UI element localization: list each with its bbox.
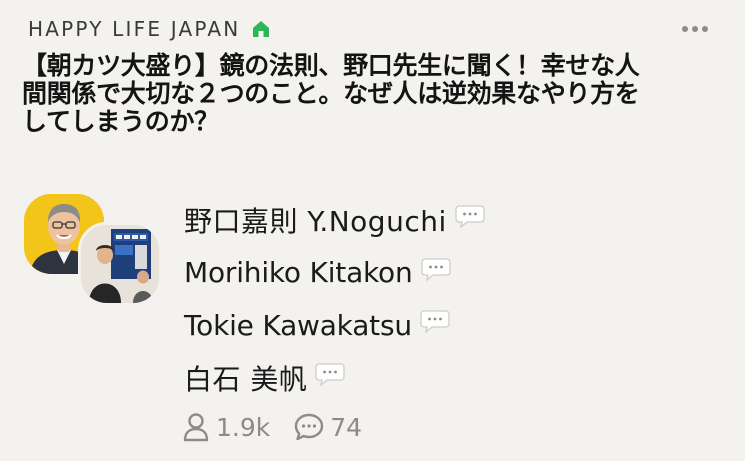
speaker-item[interactable]: 野口嘉則 Y.Noguchi: [184, 194, 485, 247]
speaker-item[interactable]: 白石 美帆: [184, 352, 485, 405]
speech-bubble-icon: [455, 204, 485, 230]
avatar[interactable]: [78, 222, 162, 306]
listener-count-value: 1.9k: [216, 412, 271, 442]
person-icon: [183, 413, 209, 442]
more-options-button[interactable]: [677, 16, 713, 42]
speaker-item[interactable]: Morihiko Kitakon: [184, 247, 485, 300]
speaker-name[interactable]: Morihiko Kitakon: [184, 256, 413, 289]
speaker-item[interactable]: Tokie Kawakatsu: [184, 299, 485, 352]
speech-bubble-icon: [315, 362, 346, 388]
room-title[interactable]: 【朝カツ大盛り】鏡の法則、野口先生に聞く！幸せな人間関係で大切な２つのこと。なぜ…: [22, 52, 662, 136]
speaker-count-value: 74: [330, 412, 363, 442]
speaker-avatars[interactable]: [22, 194, 162, 306]
speaker-name[interactable]: Tokie Kawakatsu: [184, 309, 412, 342]
club-name[interactable]: HAPPY LIFE JAPAN: [28, 17, 240, 41]
home-icon: [250, 18, 272, 40]
speaker-name[interactable]: 野口嘉則 Y.Noguchi: [184, 200, 447, 240]
speech-bubble-icon: [420, 257, 451, 283]
room-stats: 1.9k 74: [182, 412, 362, 442]
speaker-count: 74: [294, 412, 362, 442]
listener-count: 1.9k: [182, 412, 270, 442]
club-header[interactable]: HAPPY LIFE JAPAN: [28, 16, 272, 42]
chat-icon: [295, 413, 324, 441]
speaker-name[interactable]: 白石 美帆: [184, 358, 307, 398]
speaker-list: 野口嘉則 Y.Noguchi Morihiko Kitakon Tokie Ka…: [184, 194, 485, 404]
speech-bubble-icon: [420, 309, 450, 335]
more-icon: [682, 26, 708, 32]
